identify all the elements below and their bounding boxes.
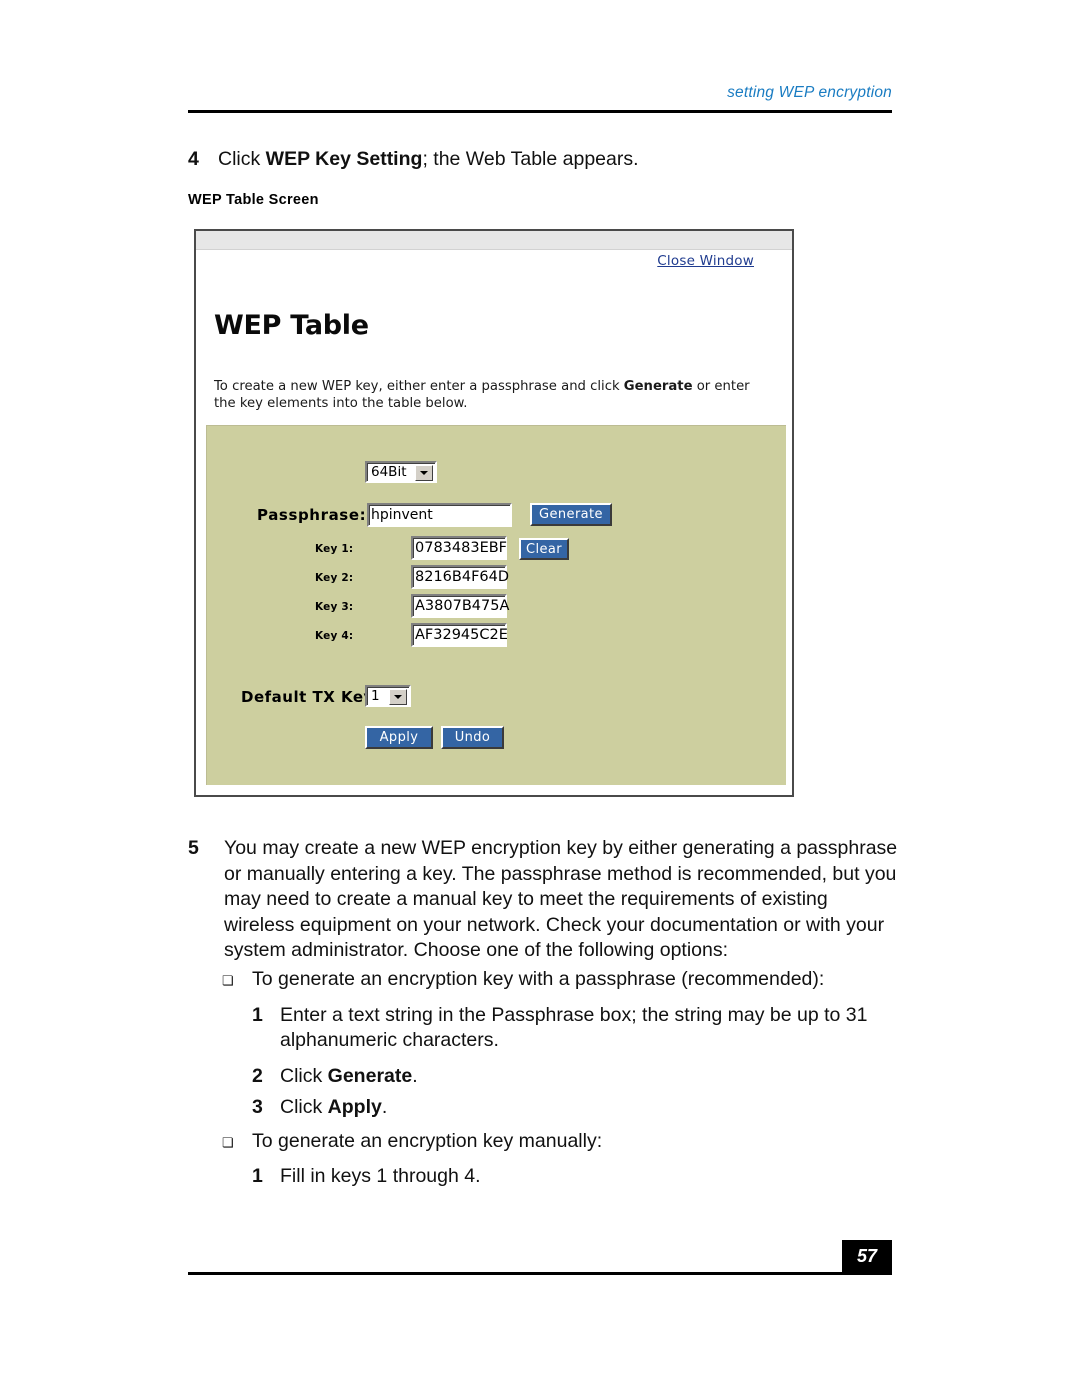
passphrase-label: Passphrase: bbox=[257, 506, 367, 524]
bullet-2-text: To generate an encryption key manually: bbox=[252, 1129, 603, 1152]
substep-1-3: 3 Click Apply. bbox=[188, 1095, 900, 1121]
substep-1-1-number: 1 bbox=[252, 1003, 263, 1026]
substep-1-2-number: 2 bbox=[252, 1064, 263, 1087]
bullet-1-text: To generate an encryption key with a pas… bbox=[252, 968, 825, 990]
page-number-badge: 57 bbox=[842, 1240, 892, 1273]
key-3-label: Key 3: bbox=[315, 601, 354, 613]
apply-button[interactable]: Apply bbox=[365, 726, 433, 749]
substep-1-3-text: Click Apply. bbox=[280, 1095, 900, 1121]
key-2-input[interactable]: 8216B4F64D bbox=[411, 565, 509, 589]
substep-1-3-after: . bbox=[381, 1096, 388, 1119]
clear-button[interactable]: Clear bbox=[519, 538, 569, 560]
step-5-number: 5 bbox=[188, 837, 199, 859]
wep-form-panel: 64Bit Passphrase: hpinvent Generate Key … bbox=[206, 425, 786, 785]
step-5-text: You may create a new WEP encryption key … bbox=[224, 837, 898, 962]
step-5: 5 You may create a new WEP encryption ke… bbox=[188, 836, 900, 964]
key-4-input[interactable]: AF32945C2E bbox=[411, 623, 508, 647]
step-4-text-before: Click bbox=[218, 148, 266, 170]
default-tx-key-value: 1 bbox=[371, 688, 380, 704]
header-rule bbox=[188, 110, 892, 113]
substep-1-3-number: 3 bbox=[252, 1096, 263, 1119]
substep-1-2-before: Click bbox=[280, 1064, 328, 1087]
passphrase-input[interactable]: hpinvent bbox=[367, 503, 512, 527]
running-head: setting WEP encryption bbox=[727, 84, 892, 101]
substep-2-1-text: Fill in keys 1 through 4. bbox=[280, 1164, 481, 1187]
generate-button[interactable]: Generate bbox=[530, 503, 612, 526]
substep-1-1-text: Enter a text string in the Passphrase bo… bbox=[280, 1003, 868, 1052]
wep-table-description: To create a new WEP key, either enter a … bbox=[214, 378, 770, 413]
wep-table-heading: WEP Table bbox=[214, 310, 369, 341]
substep-1-2: 2 Click Generate. bbox=[188, 1064, 900, 1090]
substep-1-2-text: Click Generate. bbox=[280, 1064, 900, 1090]
chevron-down-icon bbox=[415, 465, 433, 481]
close-window-link[interactable]: Close Window bbox=[657, 253, 754, 269]
substep-2-1-number: 1 bbox=[252, 1164, 263, 1187]
square-bullet-icon: ❏ bbox=[222, 1134, 234, 1150]
key-4-label: Key 4: bbox=[315, 630, 354, 642]
bullet-item-passphrase: ❏ To generate an encryption key with a p… bbox=[188, 967, 900, 993]
browser-titlebar bbox=[196, 231, 792, 250]
key-length-select[interactable]: 64Bit bbox=[365, 461, 437, 483]
key-3-input[interactable]: A3807B475A bbox=[411, 594, 509, 618]
key-2-label: Key 2: bbox=[315, 572, 354, 584]
option-list-1: ❏ To generate an encryption key with a p… bbox=[188, 967, 900, 1189]
figure-caption: WEP Table Screen bbox=[188, 192, 319, 208]
key-1-input[interactable]: 0783483EBF bbox=[411, 536, 507, 560]
footer-rule bbox=[188, 1272, 892, 1275]
step-4-bold-term: WEP Key Setting bbox=[265, 148, 423, 170]
substep-2-1: 1 Fill in keys 1 through 4. bbox=[188, 1164, 900, 1190]
step-4: 4 Click WEP Key Setting; the Web Table ap… bbox=[188, 148, 908, 171]
key-1-label: Key 1: bbox=[315, 543, 354, 555]
default-tx-key-label: Default TX Key: bbox=[241, 688, 381, 706]
chevron-down-icon bbox=[389, 689, 407, 705]
substep-1-2-after: . bbox=[412, 1064, 418, 1087]
description-part-1: To create a new WEP key, either enter a … bbox=[214, 379, 624, 394]
bullet-item-manual: ❏ To generate an encryption key manually… bbox=[188, 1129, 900, 1155]
square-bullet-icon: ❏ bbox=[222, 973, 234, 988]
step-4-text-after: ; the Web Table appears. bbox=[422, 148, 639, 170]
wep-table-screenshot: Close Window WEP Table To create a new W… bbox=[194, 229, 794, 797]
step-4-number: 4 bbox=[188, 148, 199, 170]
substep-1-1: 1 Enter a text string in the Passphrase … bbox=[188, 1003, 900, 1054]
description-bold: Generate bbox=[623, 379, 693, 394]
substep-1-3-bold: Apply bbox=[327, 1096, 382, 1119]
default-tx-key-select[interactable]: 1 bbox=[365, 685, 411, 707]
substep-1-2-bold: Generate bbox=[327, 1064, 413, 1087]
undo-button[interactable]: Undo bbox=[441, 726, 504, 749]
key-length-value: 64Bit bbox=[371, 464, 407, 480]
substep-1-3-before: Click bbox=[280, 1096, 328, 1119]
